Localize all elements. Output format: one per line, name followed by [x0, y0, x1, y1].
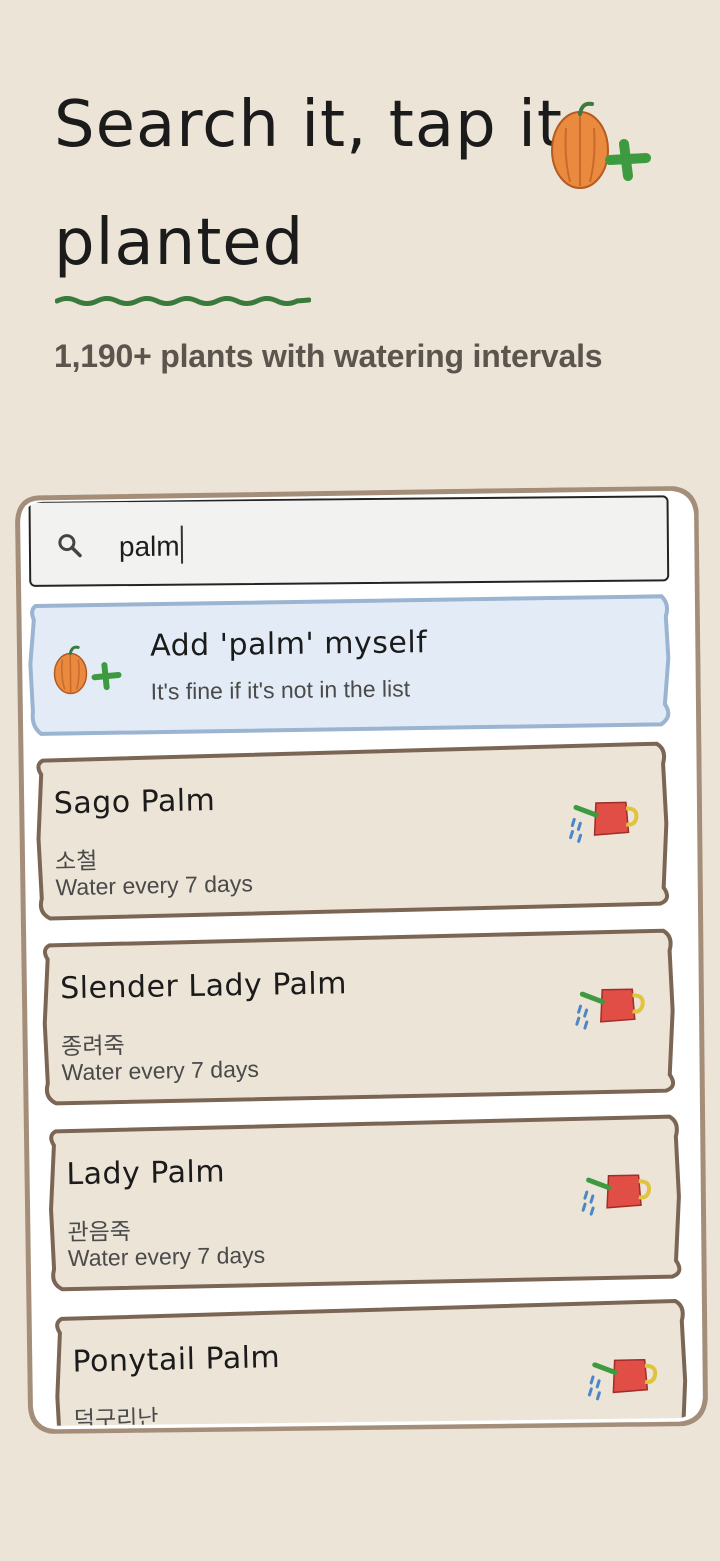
plant-list-item[interactable]: Lady Palm 관음죽 Water every 7 days: [44, 1112, 687, 1293]
search-input[interactable]: palm: [28, 495, 670, 587]
pumpkin-plus-icon: [551, 101, 651, 189]
search-text: palm: [118, 525, 183, 565]
add-card-background: [28, 594, 671, 736]
plant-korean-name: 종려죽: [60, 1033, 125, 1061]
watering-can-icon: [587, 1358, 658, 1401]
add-custom-plant-button[interactable]: Add 'palm' myself It's fine if it's not …: [26, 592, 676, 738]
plant-korean-name: 소철: [54, 848, 98, 876]
plant-name: Lady Palm: [66, 1154, 226, 1193]
plant-name: Sago Palm: [53, 782, 216, 822]
plant-watering-interval: Water every 7 days: [61, 1055, 260, 1086]
watering-can-icon: [581, 1174, 652, 1216]
underline-squiggle: [55, 296, 311, 306]
phone-screen: palm Add 'palm' myself It's fine if it's…: [20, 494, 699, 1427]
watering-can-icon: [569, 801, 639, 843]
search-icon: [58, 534, 82, 558]
watering-can-icon: [575, 988, 645, 1030]
headline-line-2: planted: [54, 206, 305, 280]
search-value: palm: [118, 530, 180, 563]
plant-korean-name: 관음죽: [67, 1219, 132, 1247]
add-card-subtitle: It's fine if it's not in the list: [150, 675, 411, 705]
phone-preview: palm Add 'palm' myself It's fine if it's…: [14, 485, 709, 1435]
text-caret: [180, 525, 183, 564]
plant-list-item[interactable]: Sago Palm 소철 Water every 7 days: [31, 739, 674, 922]
plant-watering-interval: Water every 7 days: [67, 1241, 266, 1272]
plant-list-item[interactable]: Slender Lady Palm 종려죽 Water every 7 days: [37, 926, 680, 1107]
plant-list-item[interactable]: Ponytail Palm 덕구리난: [49, 1297, 693, 1427]
pumpkin-plus-icon: [53, 645, 122, 695]
add-card-title: Add 'palm' myself: [149, 625, 428, 664]
plant-name: Ponytail Palm: [72, 1339, 281, 1380]
subtitle: 1,190+ plants with watering intervals: [54, 338, 603, 374]
plant-korean-name: 덕구리난: [73, 1405, 159, 1427]
plant-watering-interval: Water every 7 days: [55, 870, 254, 901]
plant-name: Slender Lady Palm: [59, 966, 348, 1007]
